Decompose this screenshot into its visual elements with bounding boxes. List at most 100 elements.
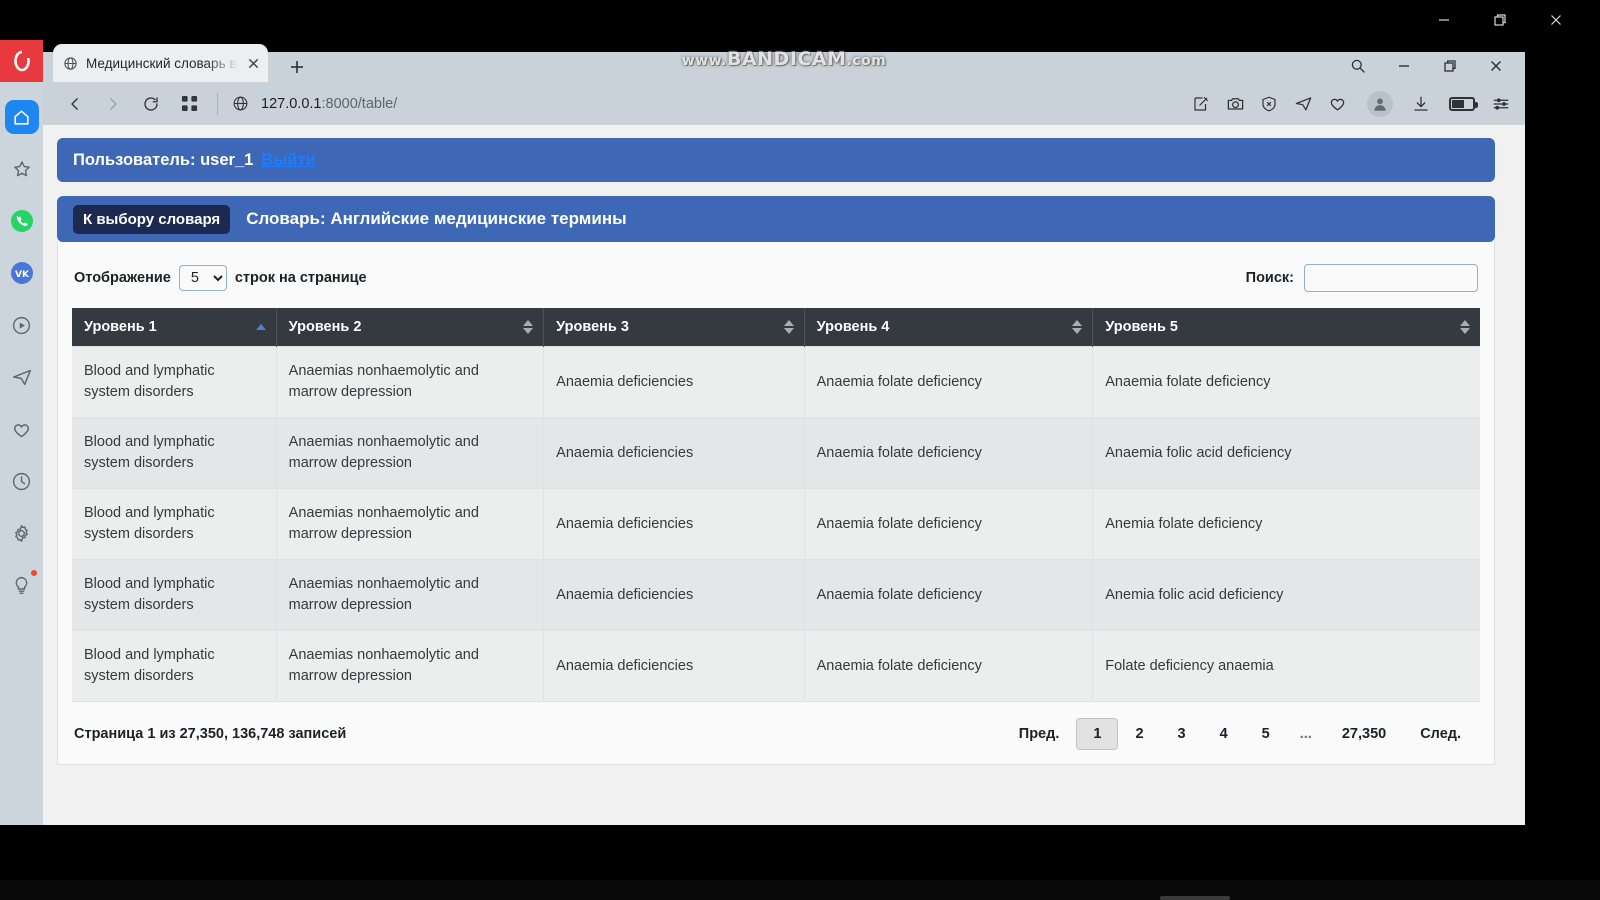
table-controls: Отображение 5102550100 строк на странице…: [72, 264, 1480, 292]
sidebar-item-history[interactable]: [5, 464, 39, 498]
pagination-page-5[interactable]: 5: [1245, 718, 1287, 750]
bandicam-watermark: www.BANDICAM.com: [682, 48, 887, 70]
table-cell-level-4: Anaemia folate deficiency: [804, 559, 1094, 632]
opera-logo-icon[interactable]: [0, 40, 43, 82]
sidebar-item-favorites[interactable]: [5, 152, 39, 186]
browser-restore-button[interactable]: [1427, 50, 1473, 82]
table-cell-level-3: Anaemia deficiencies: [543, 559, 805, 632]
page-length-select[interactable]: 5102550100: [178, 265, 227, 291]
send-icon[interactable]: [1287, 88, 1319, 120]
pagination-page-3[interactable]: 3: [1161, 718, 1203, 750]
column-header-label: Уровень 2: [288, 319, 362, 335]
table-cell-level-2: Anaemias nonhaemolytic and marrow depres…: [276, 630, 545, 703]
table-row: Blood and lymphatic system disorders Anae…: [72, 488, 1480, 561]
column-header-1[interactable]: Уровень 1: [72, 308, 277, 347]
column-header-5[interactable]: Уровень 5: [1092, 308, 1480, 347]
pagination-page-1[interactable]: 1: [1076, 718, 1119, 751]
apps-grid-icon[interactable]: [171, 87, 207, 121]
sort-indicator-icon[interactable]: [1072, 320, 1083, 334]
camera-icon[interactable]: [1219, 88, 1251, 120]
sidebar-item-settings[interactable]: [5, 516, 39, 550]
pagination-next[interactable]: След.: [1403, 718, 1478, 750]
column-header-4[interactable]: Уровень 4: [804, 308, 1094, 347]
user-bar: Пользователь: user_1 Выйти: [57, 138, 1495, 182]
table-cell-level-5: Anaemia folic acid deficiency: [1092, 417, 1480, 490]
search-label: Поиск:: [1245, 270, 1294, 286]
watermark-prefix: www.: [681, 53, 727, 69]
table-cell-level-3: Anaemia deficiencies: [543, 488, 805, 561]
table-cell-level-2: Anaemias nonhaemolytic and marrow depres…: [276, 417, 545, 490]
pagination-page-4[interactable]: 4: [1203, 718, 1245, 750]
shield-block-icon[interactable]: [1253, 88, 1285, 120]
sidebar-item-tips[interactable]: [5, 568, 39, 602]
forward-icon[interactable]: [95, 87, 131, 121]
sidebar-item-liked[interactable]: [5, 412, 39, 446]
column-header-label: Уровень 4: [816, 319, 890, 335]
navbar-divider: [217, 92, 218, 115]
logout-link[interactable]: Выйти: [261, 151, 315, 170]
table-cell-level-1: Blood and lymphatic system disorders: [72, 488, 277, 561]
search-input[interactable]: [1304, 264, 1478, 292]
column-header-label: Уровень 5: [1105, 319, 1178, 335]
back-to-dictionary-list-button[interactable]: К выбору словаря: [73, 204, 231, 234]
page-viewport: Пользователь: user_1 Выйти К выбору слов…: [43, 125, 1525, 825]
browser-search-icon[interactable]: [1335, 50, 1381, 82]
os-minimize-button[interactable]: [1416, 0, 1472, 40]
back-icon[interactable]: [57, 87, 93, 121]
browser-close-button[interactable]: [1473, 50, 1519, 82]
column-header-2[interactable]: Уровень 2: [276, 308, 545, 347]
sidebar-item-vk[interactable]: VK: [5, 256, 39, 290]
table-cell-level-1: Blood and lymphatic system disorders: [72, 630, 277, 703]
table-panel: Отображение 5102550100 строк на странице…: [57, 242, 1495, 766]
browser-sidebar: VK: [0, 40, 43, 825]
heart-icon[interactable]: [1321, 88, 1353, 120]
table-cell-level-1: Blood and lymphatic system disorders: [72, 345, 277, 419]
sidebar-item-home[interactable]: [4, 100, 39, 134]
page-length-label-before: Отображение: [74, 270, 171, 286]
table-body: Blood and lymphatic system disorders Anae…: [72, 345, 1480, 703]
table-cell-level-4: Anaemia folate deficiency: [804, 345, 1094, 419]
os-restore-button[interactable]: [1472, 0, 1528, 40]
table-header-row: Уровень 1 Уровень 2 Уровень 3 Уровень 4 Уров…: [72, 308, 1480, 347]
new-tab-button[interactable]: [281, 52, 313, 82]
sort-indicator-icon[interactable]: [783, 320, 794, 334]
table-cell-level-4: Anaemia folate deficiency: [804, 630, 1094, 703]
browser-window-controls: [1335, 50, 1519, 82]
address-host: 127.0.0.1: [261, 95, 322, 112]
profile-avatar[interactable]: [1367, 90, 1393, 117]
browser-tab[interactable]: Медицинский словарь ве: [53, 44, 268, 82]
page-length-label-after: строк на странице: [234, 270, 367, 286]
table-footer: Страница 1 из 27,350, 136,748 записей Пр…: [72, 718, 1480, 751]
table-cell-level-1: Blood and lymphatic system disorders: [72, 417, 277, 490]
tab-close-icon[interactable]: [247, 57, 260, 70]
pagination-page-2[interactable]: 2: [1118, 718, 1160, 750]
reload-icon[interactable]: [133, 87, 169, 121]
download-icon[interactable]: [1405, 88, 1437, 120]
sidebar-item-player[interactable]: [5, 308, 39, 342]
browser-menu-icon[interactable]: [1485, 88, 1517, 120]
sidebar-item-whatsapp[interactable]: [5, 204, 39, 238]
address-bar[interactable]: 127.0.0.1:8000/table/: [228, 87, 1181, 121]
table-cell-level-4: Anaemia folate deficiency: [804, 417, 1094, 490]
sort-indicator-icon[interactable]: [1460, 320, 1470, 334]
search-control: Поиск:: [1246, 264, 1478, 292]
note-edit-icon[interactable]: [1185, 88, 1217, 120]
os-close-button[interactable]: [1528, 0, 1584, 40]
site-info-globe-icon[interactable]: [232, 95, 249, 112]
table-cell-level-2: Anaemias nonhaemolytic and marrow depres…: [276, 559, 545, 632]
os-titlebar: [0, 0, 1600, 40]
table-cell-level-2: Anaemias nonhaemolytic and marrow depres…: [276, 345, 545, 419]
svg-text:VK: VK: [15, 270, 30, 280]
watermark-suffix: .com: [846, 53, 887, 69]
table-row: Blood and lymphatic system disorders Anae…: [72, 417, 1480, 490]
column-header-label: Уровень 1: [84, 319, 157, 335]
pagination-prev[interactable]: Пред.: [1002, 718, 1077, 750]
column-header-3[interactable]: Уровень 3: [543, 308, 805, 347]
pagination-page-27350[interactable]: 27,350: [1325, 718, 1403, 750]
browser-minimize-button[interactable]: [1381, 50, 1427, 82]
table-row: Blood and lymphatic system disorders Anae…: [72, 630, 1480, 703]
sidebar-item-telegram[interactable]: [5, 360, 39, 394]
sort-indicator-icon[interactable]: [523, 320, 534, 334]
sort-indicator-icon[interactable]: [255, 324, 266, 330]
table-cell-level-5: Anemia folate deficiency: [1092, 488, 1480, 561]
